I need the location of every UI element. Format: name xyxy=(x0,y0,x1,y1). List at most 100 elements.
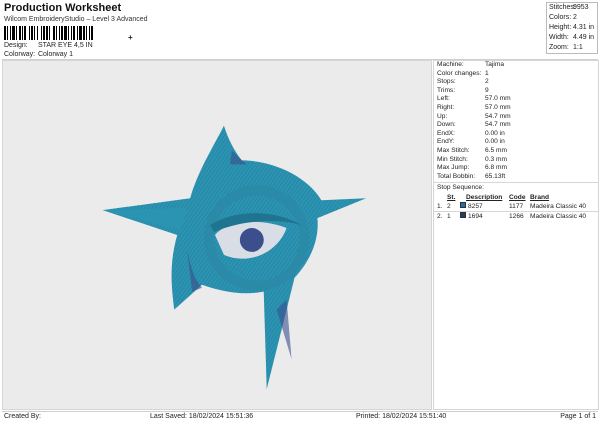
stat-label: Zoom: xyxy=(549,44,569,51)
info-divider xyxy=(434,182,598,184)
info-label: Down: xyxy=(437,121,456,129)
info-value: 9 xyxy=(485,86,489,94)
info-value: 1 xyxy=(485,69,489,77)
stop-row[interactable]: 2. 1 1694 1266 Madeira Classic 40 xyxy=(434,211,598,221)
info-value: 57.0 mm xyxy=(485,103,511,111)
info-label: Max Stitch: xyxy=(437,146,470,154)
col-brand: Brand xyxy=(530,193,550,201)
eye-iris xyxy=(239,228,264,252)
info-label: Trims: xyxy=(437,86,456,94)
page-title: Production Worksheet xyxy=(4,2,122,14)
info-label: EndX: xyxy=(437,129,455,137)
design-label: Design: xyxy=(4,42,28,49)
info-label: Left: xyxy=(437,95,450,103)
col-description: Description xyxy=(466,193,503,201)
col-number xyxy=(437,193,447,202)
stat-value: 2 xyxy=(573,14,577,21)
stop-brand: Madeira Classic 40 xyxy=(530,202,587,210)
info-machine: Machine: Tajima xyxy=(434,61,598,70)
col-st: St. xyxy=(447,193,456,201)
info-right: Right: 57.0 mm xyxy=(434,104,598,113)
stop-description: 1694 xyxy=(468,212,483,220)
stat-value: 1:1 xyxy=(573,44,583,51)
info-value: 54.7 mm xyxy=(485,112,511,120)
col-code: Code xyxy=(509,193,526,201)
info-value: Tajima xyxy=(485,61,505,68)
info-label: Machine: xyxy=(437,61,464,68)
info-down: Down: 54.7 mm xyxy=(434,121,598,130)
footer-divider xyxy=(2,411,598,412)
info-left: Left: 57.0 mm xyxy=(434,95,598,104)
info-label: Color changes: xyxy=(437,69,482,77)
stop-code: 1177 xyxy=(509,202,524,210)
info-trims: Trims: 9 xyxy=(434,87,598,96)
info-min-stitch: Min Stitch: 0.3 mm xyxy=(434,156,598,165)
design-row: Design: STAR EYE 4,5 IN xyxy=(4,42,93,49)
colorway-row: Colorway: Colorway 1 xyxy=(4,51,73,58)
info-panel: Machine: Tajima Color changes: 1 Stops: 2 T… xyxy=(433,60,599,410)
info-label: EndY: xyxy=(437,138,455,146)
stats-box: Stitches: 9953 Colors: 2 Height: 4.31 in Wi… xyxy=(546,2,598,54)
info-label: Right: xyxy=(437,103,455,111)
info-stops: Stops: 2 xyxy=(434,78,598,87)
colorway-value: Colorway 1 xyxy=(37,51,73,58)
stop-st: 2 xyxy=(447,202,451,210)
colorway-label: Colorway: xyxy=(4,51,36,58)
info-endy: EndY: 0.00 in xyxy=(434,138,598,147)
stat-label: Colors: xyxy=(549,14,572,21)
info-value: 0.00 in xyxy=(485,129,505,137)
stop-row[interactable]: 1. 2 8257 1177 Madeira Classic 40 xyxy=(434,201,598,211)
info-value: 0.3 mm xyxy=(485,155,507,163)
stat-stitches: Stitches: 9953 xyxy=(547,3,597,13)
info-label: Total Bobbin: xyxy=(437,172,476,180)
info-label: Stops: xyxy=(437,78,456,86)
stop-number: 1. xyxy=(437,202,443,210)
info-value: 57.0 mm xyxy=(485,95,511,103)
shade-wedge-3 xyxy=(229,150,247,165)
stat-width: Width: 4.49 in xyxy=(547,33,597,43)
info-label: Up: xyxy=(437,112,448,120)
design-canvas[interactable] xyxy=(2,60,432,410)
info-max-jump: Max Jump: 6.8 mm xyxy=(434,164,598,173)
stop-sequence-label: Stop Sequence: xyxy=(437,184,484,192)
design-value: STAR EYE 4,5 IN xyxy=(37,42,93,49)
barcode xyxy=(4,26,128,40)
info-value: 6.5 mm xyxy=(485,146,507,154)
info-up: Up: 54.7 mm xyxy=(434,113,598,122)
info-endx: EndX: 0.00 in xyxy=(434,130,598,139)
info-value: 54.7 mm xyxy=(485,121,511,129)
stop-number: 2. xyxy=(437,212,443,220)
stat-value: 4.49 in xyxy=(573,34,595,41)
stat-value: 9953 xyxy=(573,4,589,11)
star-left-arm xyxy=(102,208,188,231)
stop-st: 1 xyxy=(447,212,451,220)
stat-height: Height: 4.31 in xyxy=(547,23,597,33)
info-value: 6.8 mm xyxy=(485,164,507,172)
info-label: Min Stitch: xyxy=(437,155,468,163)
created-by: Created By: xyxy=(4,413,41,420)
stop-description: 8257 xyxy=(468,202,483,210)
info-label: Max Jump: xyxy=(437,164,470,172)
barcode-mark: + xyxy=(128,33,133,42)
last-saved: Last Saved: 18/02/2024 15:51:36 xyxy=(150,413,254,420)
stat-label: Height: xyxy=(549,24,572,31)
info-value: 0.00 in xyxy=(485,138,505,146)
info-value: 65.13ft xyxy=(485,172,506,180)
stop-sequence-title: Stop Sequence: xyxy=(434,184,598,193)
software-subtitle: Wilcom EmbroideryStudio – Level 3 Advanc… xyxy=(4,16,148,23)
page-number: Page 1 of 1 xyxy=(560,413,596,420)
stop-brand: Madeira Classic 40 xyxy=(530,212,587,220)
stat-zoom: Zoom: 1:1 xyxy=(547,43,597,53)
stat-label: Stitches: xyxy=(549,4,576,11)
printed-date: Printed: 18/02/2024 15:51:40 xyxy=(356,413,447,420)
info-color-changes: Color changes: 1 xyxy=(434,70,598,79)
info-value: 2 xyxy=(485,78,489,86)
info-max-stitch: Max Stitch: 6.5 mm xyxy=(434,147,598,156)
stat-value: 4.31 in xyxy=(573,24,595,31)
stat-colors: Colors: 2 xyxy=(547,13,597,23)
stop-sequence-header: St. Description Code Brand xyxy=(434,193,598,202)
info-total-bobbin: Total Bobbin: 65.13ft xyxy=(434,173,598,182)
stop-code: 1266 xyxy=(509,212,524,220)
star-eye-design xyxy=(102,125,367,390)
stat-label: Width: xyxy=(549,34,569,41)
